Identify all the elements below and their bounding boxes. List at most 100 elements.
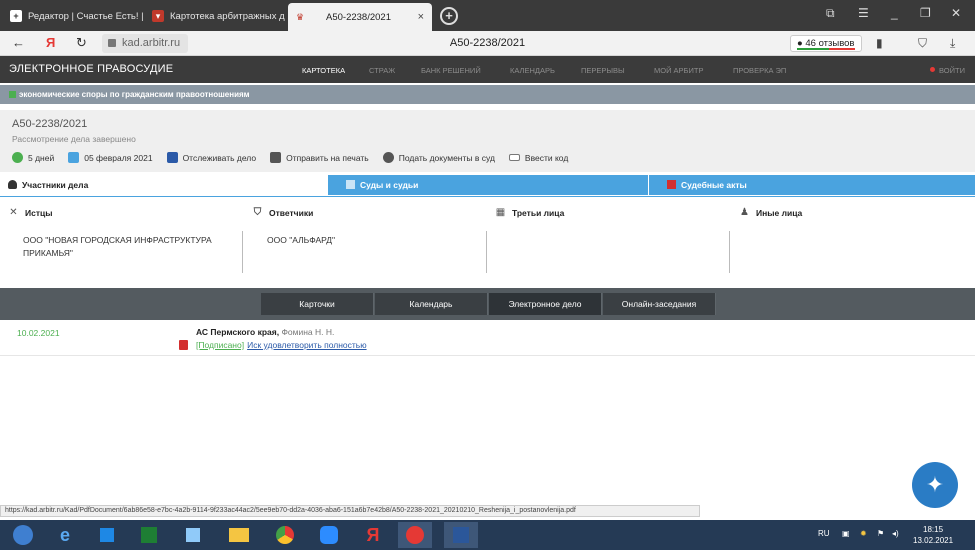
site-brand[interactable]: ЭЛЕКТРОННОЕ ПРАВОСУДИЕ [9,63,173,75]
language-indicator[interactable]: RU [818,529,830,538]
login-label: ВОЙТИ [939,66,965,75]
download-icon[interactable]: ⤓ [950,36,955,51]
tab-participants[interactable]: Участники дела [0,175,327,195]
excel-square-icon [141,527,157,543]
browser-tab-kartoteka[interactable]: ▾ Картотека арбитражных д [146,4,286,28]
tray-icon[interactable]: ▣ [842,529,850,538]
third-parties-header: ▦ Третьи лица [495,207,565,218]
column-title: Истцы [25,207,53,218]
network-icon[interactable] [176,522,210,548]
close-window-icon[interactable]: ✕ [951,6,961,20]
collections-icon[interactable]: ⧉ [826,6,835,21]
browser-tab-strip: + Редактор | Счастье Есть! | ▾ Картотека… [0,0,975,31]
court-icon [346,180,355,189]
explorer-icon[interactable] [222,522,256,548]
network-square-icon [186,528,200,542]
media-player-icon[interactable] [90,522,124,548]
category-icon [9,91,16,98]
protect-icon[interactable]: ⛉ [918,36,927,51]
tab-judicial-acts[interactable]: Судебные акты [649,175,975,195]
flag-icon[interactable]: ⚑ [877,529,884,538]
signed-link[interactable]: [Подписано] [196,340,244,350]
menu-moy-arbitr[interactable]: МОЙ АРБИТР [654,66,703,75]
new-tab-button[interactable]: + [440,7,458,25]
comment-icon: ● [797,38,803,49]
reviews-label: 46 отзывов [805,38,855,49]
system-clock[interactable]: 18:15 13.02.2021 [913,524,953,546]
tab-label: Участники дела [22,180,89,190]
participant-tabs: Участники дела Суды и судьи Судебные акт… [0,175,975,195]
bookmark-icon[interactable]: ▮ [876,36,883,50]
word-square-icon [453,527,469,543]
status-dot-icon [930,67,936,72]
menu-icon[interactable]: ☰ [858,6,869,20]
chrome-circle-icon [276,526,294,544]
yandex-browser-icon[interactable] [398,522,432,548]
tab-courts-judges[interactable]: Суды и судьи [328,175,648,195]
start-button[interactable] [6,522,40,548]
tab-online-hearings[interactable]: Онлайн-заседания [603,293,716,315]
tab-calendar[interactable]: Календарь [375,293,488,315]
menu-calendar[interactable]: КАЛЕНДАРЬ [510,66,555,75]
browser-tab-editor[interactable]: + Редактор | Счастье Есть! | [4,4,144,28]
chrome-icon[interactable] [268,522,302,548]
document-tabs-bar: Карточки Календарь Электронное дело Онла… [0,288,975,320]
defendants-column: ⛉ Ответчики ООО "АЛЬФАРД" [244,197,487,283]
menu-pereryvy[interactable]: ПЕРЕРЫВЫ [581,66,625,75]
url-field[interactable]: kad.arbitr.ru [102,34,188,53]
plaintiffs-header: ✕ Истцы [8,207,52,218]
excel-icon[interactable] [132,522,166,548]
player-square-icon [100,528,114,542]
entry-court: АС Пермского края, Фомина Н. Н. [196,327,334,337]
sun-icon[interactable]: ✹ [860,529,867,538]
plaintiff-name[interactable]: ООО "НОВАЯ ГОРОДСКАЯ ИНФРАСТРУКТУРА ПРИК… [23,234,228,260]
category-bar: экономические споры по гражданским право… [0,85,975,104]
menu-strazh[interactable]: СТРАЖ [369,66,395,75]
url-text: kad.arbitr.ru [122,37,181,49]
third-parties-column: ▦ Третьи лица [487,197,730,283]
yandex-app-icon[interactable]: Я [356,522,390,548]
tab-electronic-case[interactable]: Электронное дело [489,293,602,315]
enter-code-button[interactable]: Ввести код [508,152,569,163]
login-button[interactable]: ВОЙТИ [930,66,965,75]
taskbar: e Я RU ▣ ✹ ⚑ ◂) 18:15 13.02.2021 [0,520,975,550]
ie-icon[interactable]: e [48,522,82,548]
code-label: Ввести код [524,152,569,163]
building-icon: ▦ [495,207,506,218]
defendant-name[interactable]: ООО "АЛЬФАРД" [267,234,472,247]
print-button[interactable]: Отправить на печать [270,152,369,163]
keyboard-icon [508,154,520,161]
zoom-icon[interactable] [312,522,346,548]
document-link[interactable]: Иск удовлетворить полностью [247,340,367,350]
plus-circle-icon [382,152,394,163]
close-icon[interactable]: × [418,11,424,23]
menu-kartoteka[interactable]: КАРТОТЕКА [302,66,345,75]
clock-icon [12,152,23,163]
menu-bank-resheniy[interactable]: БАНК РЕШЕНИЙ [421,66,481,75]
submit-documents-button[interactable]: Подать документы в суд [382,152,495,163]
volume-icon[interactable]: ◂) [892,529,899,538]
yandex-button[interactable]: Я [46,35,55,50]
tab-label: Редактор | Счастье Есть! | [28,10,144,22]
column-title: Ответчики [269,207,314,218]
category-label: экономические споры по гражданским право… [19,90,250,99]
minimize-icon[interactable]: _ [891,6,898,20]
days-label: 5 дней [28,152,55,163]
emblem-icon[interactable]: ✦ [912,462,958,508]
site-header: ЭЛЕКТРОННОЕ ПРАВОСУДИЕ КАРТОТЕКА СТРАЖ Б… [0,56,975,83]
column-title: Иные лица [756,207,803,218]
reviews-button[interactable]: ● 46 отзывов [790,35,862,52]
printer-icon [270,152,282,163]
restore-icon[interactable]: ❐ [920,6,931,20]
browser-tab-case[interactable]: ♛ А50-2238/2021 × [288,3,432,31]
track-case-button[interactable]: Отслеживать дело [166,152,256,163]
reload-button[interactable]: ↻ [76,35,87,51]
menu-proverka-ep[interactable]: ПРОВЕРКА ЭП [733,66,786,75]
defendants-header: ⛉ Ответчики [252,207,314,218]
word-icon[interactable] [444,522,478,548]
tab-cards[interactable]: Карточки [261,293,374,315]
calendar-icon [68,152,80,163]
plaintiffs-column: ✕ Истцы ООО "НОВАЯ ГОРОДСКАЯ ИНФРАСТРУКТУ… [0,197,243,283]
back-button[interactable]: ← [12,35,25,50]
shield-icon: ⛉ [253,207,262,218]
